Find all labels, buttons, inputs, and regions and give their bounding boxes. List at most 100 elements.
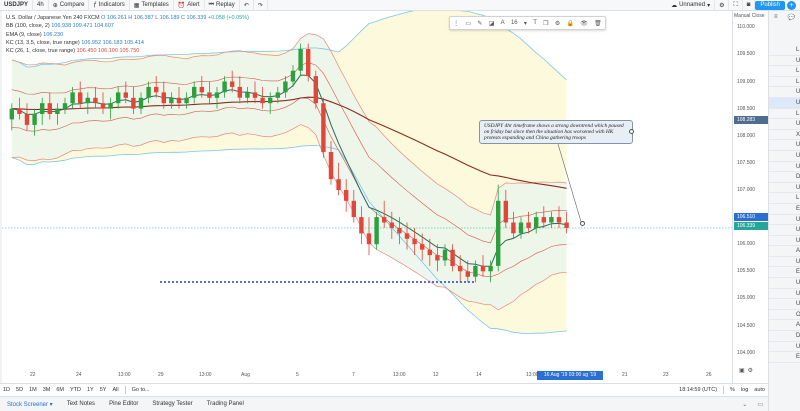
watchlist-item[interactable]: L (769, 109, 800, 120)
watchlist-item[interactable]: U (769, 183, 800, 194)
range-button-1d[interactable]: 1D (0, 387, 13, 393)
watchlist-item[interactable]: U (769, 215, 800, 226)
chevron-down-icon[interactable]: ▾ (524, 20, 527, 27)
watchlist-item[interactable]: U (769, 119, 800, 130)
chart-area[interactable]: U.S. Dollar / Japanese Yen 240 FXCM O 10… (2, 11, 732, 383)
layout-button[interactable]: ☁ Unnamed ▾ (667, 0, 716, 11)
tab-text-notes[interactable]: Text Notes (60, 401, 102, 408)
watchlist-item[interactable]: X (769, 130, 800, 141)
pen-icon[interactable]: ✎ (477, 20, 482, 27)
legend-main-values: O 106.261 H 106.387 L 106.189 C 106.339 (101, 15, 207, 21)
watchlist-item[interactable]: E (769, 267, 800, 279)
indicators-button[interactable]: ƒ Indicators (89, 0, 130, 11)
undo-button[interactable]: ↶ (240, 0, 254, 11)
calendar-icon[interactable]: ▣ (739, 368, 748, 374)
range-button-5d[interactable]: 5D (13, 387, 26, 393)
time-axis[interactable]: 16 Aug '19 03:00 ug '19 19:00 22 24 13:00 2… (2, 369, 732, 387)
tab-trading-panel[interactable]: Trading Panel (200, 401, 251, 408)
fullscreen-button[interactable]: ⛶ (729, 0, 743, 11)
watchlist-item[interactable]: U (769, 278, 800, 289)
compare-button[interactable]: ⊕ Compare (49, 0, 90, 11)
callout-note[interactable]: USDJPY 4hr timeframe shows a strong down… (479, 120, 633, 144)
watchlist-item[interactable]: U (769, 97, 800, 109)
watchlist-item[interactable]: D (769, 172, 800, 183)
watchlist-item[interactable]: L (769, 77, 800, 88)
settings-icon[interactable]: ⚙ (555, 20, 560, 27)
list-icon[interactable]: ≡ (774, 14, 778, 21)
publish-button[interactable]: Publish (755, 0, 785, 10)
watchlist-item[interactable]: U (769, 257, 800, 268)
text-icon[interactable]: T (533, 20, 537, 26)
candle-body (435, 255, 440, 261)
watchlist-item[interactable]: L (769, 66, 800, 77)
price-axis[interactable]: 110.000 109.500 109.000 108.500 108.000 107.5… (732, 11, 768, 383)
drag-handle-icon[interactable]: ⋮ (453, 20, 459, 27)
axis-settings-icon[interactable]: ⚙ (748, 368, 756, 374)
lock-icon[interactable]: 🔒 (567, 20, 574, 27)
font-size-select[interactable]: 16 (511, 20, 518, 26)
watchlist-item[interactable]: A (769, 246, 800, 257)
watchlist-item[interactable]: U (769, 236, 800, 247)
symbol-search[interactable]: USDJPY (0, 0, 34, 11)
chat-icon[interactable]: 💬 (788, 14, 795, 21)
range-button-3m[interactable]: 3M (40, 387, 54, 393)
goto-button[interactable]: Go to... (129, 387, 153, 393)
callout-anchor-icon[interactable] (580, 221, 585, 226)
interval-button[interactable]: 4h (33, 0, 49, 11)
range-button-1y[interactable]: 1Y (84, 387, 97, 393)
replay-button[interactable]: ⏮ Replay (205, 0, 240, 11)
range-button-ytd[interactable]: YTD (67, 387, 84, 393)
eye-icon[interactable]: 👁 (580, 20, 588, 27)
watchlist-item[interactable]: U (769, 87, 800, 98)
legend-kc2[interactable]: KC (26, 1, close, true range) 106.450 10… (6, 47, 249, 55)
watchlist-item[interactable]: U (769, 225, 800, 236)
watchlist-item[interactable]: L (769, 193, 800, 204)
clock-label[interactable]: 18:14:59 (UTC) (676, 387, 720, 393)
legend-kc2-title: KC (26, 1, close, true range) (6, 48, 76, 55)
templates-button[interactable]: ▦ Templates (130, 0, 174, 11)
tab-pine-editor[interactable]: Pine Editor (102, 401, 145, 408)
watchlist-item[interactable]: U (769, 56, 800, 67)
alert-button[interactable]: ⏰ Alert (174, 0, 205, 11)
watchlist-item[interactable]: E (769, 204, 800, 215)
redo-button[interactable]: ↷ (254, 0, 268, 11)
watchlist-item[interactable]: U (769, 289, 800, 300)
legend-kc1[interactable]: KC (13, 3.5, close, true range) 106.952 … (6, 39, 249, 47)
watchlist-item[interactable]: U (769, 162, 800, 173)
watchlist-item[interactable]: U (769, 140, 800, 151)
tab-strategy-tester[interactable]: Strategy Tester (145, 401, 199, 408)
clone-icon[interactable]: ❐ (543, 20, 548, 27)
maximize-icon[interactable]: ▭ (752, 401, 768, 408)
rectangle-icon[interactable]: ▭ (465, 20, 471, 27)
add-icon[interactable]: + (787, 0, 796, 10)
watchlist-item[interactable]: L (769, 45, 800, 56)
range-button-1m[interactable]: 1M (26, 387, 40, 393)
watchlist-item[interactable]: A (769, 320, 800, 332)
candle-body (336, 179, 341, 190)
watchlist-item[interactable]: O (769, 310, 800, 321)
legend-ema[interactable]: EMA (9, close) 106.230 (6, 31, 249, 39)
fill-bucket-icon[interactable]: ◪ (489, 20, 495, 27)
callout-handle-icon[interactable] (629, 129, 634, 134)
percent-toggle[interactable]: % (727, 387, 738, 393)
snapshot-button[interactable]: ◙ (743, 0, 756, 11)
log-toggle[interactable]: log (738, 387, 751, 393)
range-button-5y[interactable]: 5Y (97, 387, 110, 393)
trash-icon[interactable]: 🗑 (594, 20, 602, 27)
legend-bb[interactable]: BB (100, close, 2) 106.938 109.471 104.6… (6, 22, 249, 30)
candle-body (382, 217, 387, 223)
replay-label: Replay (216, 2, 235, 8)
settings-button[interactable]: ⚙ (715, 0, 730, 11)
tab-stock-screener[interactable]: Stock Screener ▾ (0, 401, 60, 408)
range-button-6m[interactable]: 6M (53, 387, 67, 393)
auto-toggle[interactable]: auto (751, 387, 768, 393)
collapse-icon[interactable]: ⌄ (737, 401, 752, 408)
watchlist-item[interactable]: U (769, 151, 800, 162)
watchlist-item[interactable]: E (769, 352, 800, 363)
watchlist-item[interactable]: D (769, 331, 800, 342)
range-button-all[interactable]: All (109, 387, 121, 393)
watchlist-item[interactable]: U (769, 342, 800, 353)
watchlist-item[interactable]: U (769, 299, 800, 310)
price-chart-svg[interactable] (2, 11, 732, 369)
text-color-icon[interactable]: A (501, 20, 505, 26)
